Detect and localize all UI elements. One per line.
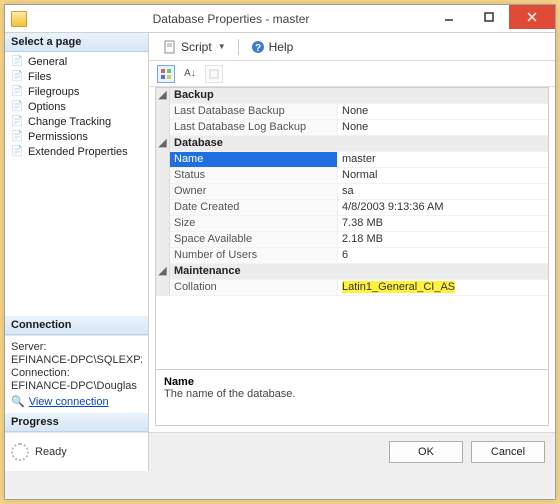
view-connection-icon: 🔍 bbox=[11, 395, 25, 408]
left-panel: Select a page 📄General 📄Files 📄Filegroup… bbox=[5, 33, 149, 471]
grid-row[interactable]: Last Database Log BackupNone bbox=[156, 120, 548, 136]
grid-row-value: sa bbox=[338, 184, 548, 200]
connection-label: Connection: bbox=[11, 367, 142, 379]
grid-row-value: None bbox=[338, 120, 548, 136]
page-files[interactable]: 📄Files bbox=[5, 69, 148, 84]
grid-row-value: 6 bbox=[338, 248, 548, 264]
grid-row-value: 7.38 MB bbox=[338, 216, 548, 232]
page-extended-properties[interactable]: 📄Extended Properties bbox=[5, 144, 148, 159]
progress-panel: Ready bbox=[5, 432, 148, 471]
svg-text:?: ? bbox=[255, 43, 261, 54]
description-text: The name of the database. bbox=[164, 388, 540, 400]
grid-row-label: Number of Users bbox=[170, 248, 338, 264]
grid-section-header[interactable]: ◢Backup bbox=[156, 88, 548, 104]
grid-row-label: Status bbox=[170, 168, 338, 184]
page-icon: 📄 bbox=[11, 145, 24, 158]
property-grid: ◢BackupLast Database BackupNoneLast Data… bbox=[149, 87, 555, 432]
grid-row-value: 4/8/2003 9:13:36 AM bbox=[338, 200, 548, 216]
alphabetical-button[interactable]: A↓ bbox=[181, 65, 199, 83]
top-toolbar: Script ▼ ? Help bbox=[149, 33, 555, 61]
page-list: 📄General 📄Files 📄Filegroups 📄Options 📄Ch… bbox=[5, 52, 148, 161]
help-button[interactable]: ? Help bbox=[245, 38, 300, 56]
grid-row-value: master bbox=[338, 152, 548, 168]
page-change-tracking[interactable]: 📄Change Tracking bbox=[5, 114, 148, 129]
page-icon: 📄 bbox=[11, 130, 24, 143]
page-icon: 📄 bbox=[11, 100, 24, 113]
grid-row-label: Collation bbox=[170, 280, 338, 296]
close-button[interactable] bbox=[509, 5, 555, 29]
grid-row-label: Name bbox=[170, 152, 338, 168]
titlebar[interactable]: Database Properties - master bbox=[5, 5, 555, 33]
right-panel: Script ▼ ? Help A↓ ◢BackupLast Database … bbox=[149, 33, 555, 471]
server-label: Server: bbox=[11, 341, 142, 353]
description-title: Name bbox=[164, 376, 540, 388]
cancel-button[interactable]: Cancel bbox=[471, 441, 545, 463]
grid-row-label: Owner bbox=[170, 184, 338, 200]
ok-button[interactable]: OK bbox=[389, 441, 463, 463]
grid-row[interactable]: Space Available2.18 MB bbox=[156, 232, 548, 248]
collapse-icon[interactable]: ◢ bbox=[156, 264, 170, 280]
page-options[interactable]: 📄Options bbox=[5, 99, 148, 114]
grid-row-label: Date Created bbox=[170, 200, 338, 216]
page-filegroups[interactable]: 📄Filegroups bbox=[5, 84, 148, 99]
grid-toolbar: A↓ bbox=[149, 61, 555, 87]
dialog-buttons: OK Cancel bbox=[149, 432, 555, 471]
toolbar-separator bbox=[238, 39, 239, 55]
window-title: Database Properties - master bbox=[33, 12, 429, 26]
collapse-icon[interactable]: ◢ bbox=[156, 136, 170, 152]
grid-row-value: Normal bbox=[338, 168, 548, 184]
progress-spinner-icon bbox=[11, 443, 29, 461]
grid-section-header[interactable]: ◢Database bbox=[156, 136, 548, 152]
grid-row[interactable]: Number of Users6 bbox=[156, 248, 548, 264]
view-connection-link[interactable]: View connection bbox=[29, 396, 109, 408]
categorized-button[interactable] bbox=[157, 65, 175, 83]
dialog-window: Database Properties - master Select a pa… bbox=[4, 4, 556, 500]
progress-status: Ready bbox=[35, 446, 67, 458]
grid-row-label: Last Database Log Backup bbox=[170, 120, 338, 136]
script-icon bbox=[163, 40, 177, 54]
property-pages-button[interactable] bbox=[205, 65, 223, 83]
grid-row-label: Space Available bbox=[170, 232, 338, 248]
grid-row-value: None bbox=[338, 104, 548, 120]
collapse-icon[interactable]: ◢ bbox=[156, 88, 170, 104]
grid-row-label: Last Database Backup bbox=[170, 104, 338, 120]
minimize-button[interactable] bbox=[429, 5, 469, 29]
grid-row-value: Latin1_General_CI_AS bbox=[338, 280, 548, 296]
script-button[interactable]: Script ▼ bbox=[157, 38, 232, 56]
page-icon: 📄 bbox=[11, 85, 24, 98]
connection-panel: Server: EFINANCE-DPC\SQLEXP2 Connection:… bbox=[5, 335, 148, 413]
connection-value: EFINANCE-DPC\Douglas bbox=[11, 380, 142, 392]
grid-row[interactable]: CollationLatin1_General_CI_AS bbox=[156, 280, 548, 296]
description-pane: Name The name of the database. bbox=[156, 369, 548, 425]
grid-row[interactable]: Date Created4/8/2003 9:13:36 AM bbox=[156, 200, 548, 216]
grid-row[interactable]: Size7.38 MB bbox=[156, 216, 548, 232]
select-page-header: Select a page bbox=[5, 33, 148, 52]
app-icon bbox=[11, 11, 27, 27]
page-icon: 📄 bbox=[11, 55, 24, 68]
server-value: EFINANCE-DPC\SQLEXP2 bbox=[11, 354, 142, 366]
page-icon: 📄 bbox=[11, 115, 24, 128]
chevron-down-icon: ▼ bbox=[218, 42, 226, 51]
grid-row[interactable]: Namemaster bbox=[156, 152, 548, 168]
page-permissions[interactable]: 📄Permissions bbox=[5, 129, 148, 144]
connection-header: Connection bbox=[5, 316, 148, 335]
grid-row[interactable]: Last Database BackupNone bbox=[156, 104, 548, 120]
maximize-button[interactable] bbox=[469, 5, 509, 29]
grid-row[interactable]: Ownersa bbox=[156, 184, 548, 200]
grid-row-value: 2.18 MB bbox=[338, 232, 548, 248]
grid-section-header[interactable]: ◢Maintenance bbox=[156, 264, 548, 280]
progress-header: Progress bbox=[5, 413, 148, 432]
grid-row-label: Size bbox=[170, 216, 338, 232]
help-icon: ? bbox=[251, 40, 265, 54]
page-general[interactable]: 📄General bbox=[5, 54, 148, 69]
page-icon: 📄 bbox=[11, 70, 24, 83]
grid-row[interactable]: StatusNormal bbox=[156, 168, 548, 184]
